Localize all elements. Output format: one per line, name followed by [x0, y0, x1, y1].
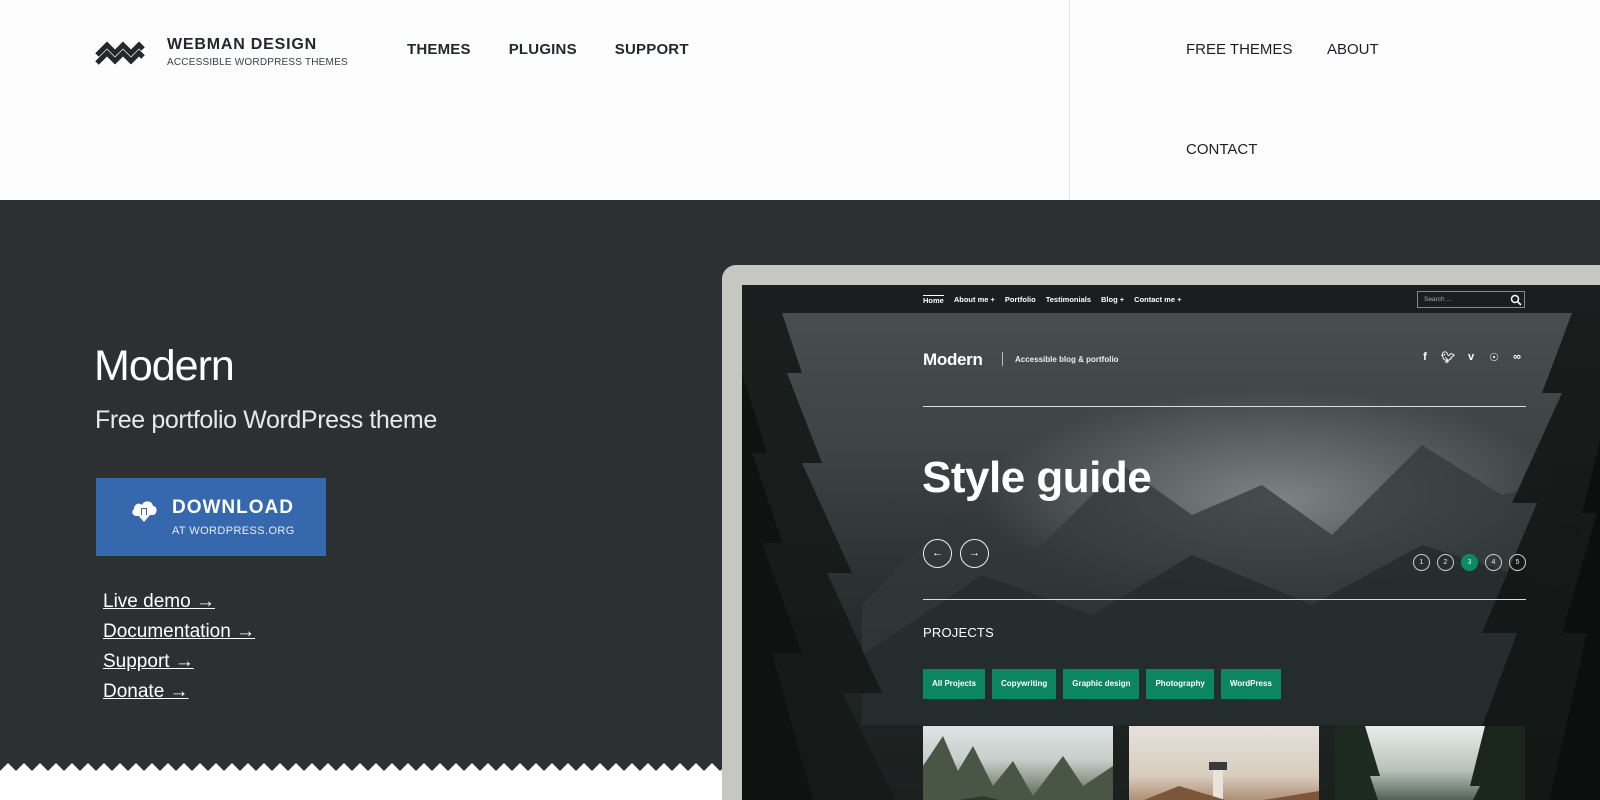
- slider-dot-3[interactable]: 3: [1461, 554, 1478, 571]
- link-icon[interactable]: ∞: [1510, 351, 1524, 364]
- slider-dot-4[interactable]: 4: [1485, 554, 1502, 571]
- filter-wordpress[interactable]: WordPress: [1220, 669, 1281, 699]
- project-filters: All Projects Copywriting Graphic design …: [923, 669, 1281, 699]
- mockup-nav-testimonials[interactable]: Testimonials: [1046, 295, 1091, 305]
- mockup-nav-about[interactable]: About me +: [954, 295, 995, 305]
- mockup-topbar: Home About me + Portfolio Testimonials B…: [742, 285, 1600, 313]
- mockup-slide-title: Style guide: [922, 453, 1152, 502]
- mockup-nav-contact[interactable]: Contact me +: [1134, 295, 1181, 305]
- project-thumbnail[interactable]: [1335, 726, 1525, 800]
- brand-tagline: ACCESSIBLE WORDPRESS THEMES: [167, 57, 348, 68]
- nav-themes[interactable]: THEMES: [407, 41, 471, 58]
- documentation-link[interactable]: Documentation →: [103, 621, 255, 644]
- mockup-rule-top: [923, 406, 1526, 407]
- filter-all-projects[interactable]: All Projects: [923, 669, 986, 699]
- project-thumbnail[interactable]: [1129, 726, 1319, 800]
- mockup-brand-separator: [1002, 352, 1003, 366]
- main-nav: THEMES PLUGINS SUPPORT: [407, 41, 689, 58]
- slider-dot-2[interactable]: 2: [1437, 554, 1454, 571]
- zigzag-divider: [0, 763, 724, 800]
- slider-pagination: 1 2 3 4 5: [1413, 554, 1526, 571]
- mockup-projects-heading: PROJECTS: [923, 625, 994, 640]
- brand-name[interactable]: WEBMAN DESIGN: [167, 36, 317, 54]
- project-thumbnail-image: [923, 736, 1113, 800]
- nav-plugins[interactable]: PLUGINS: [509, 41, 577, 58]
- hero-title: Modern: [94, 342, 235, 390]
- wordpress-icon[interactable]: ☉: [1487, 351, 1501, 364]
- project-thumbnail-image: [1144, 762, 1319, 800]
- support-link[interactable]: Support →: [103, 651, 255, 674]
- mockup-brand-tagline: Accessible blog & portfolio: [1015, 355, 1119, 364]
- filter-photography[interactable]: Photography: [1146, 669, 1214, 699]
- download-label: DOWNLOAD: [172, 497, 294, 518]
- twitter-icon[interactable]: 🐦︎: [1441, 351, 1455, 364]
- webman-logo-icon[interactable]: [95, 36, 145, 66]
- facebook-icon[interactable]: f: [1418, 351, 1432, 364]
- nav-free-themes[interactable]: FREE THEMES: [1186, 41, 1292, 58]
- nav-support[interactable]: SUPPORT: [615, 41, 689, 58]
- slider-dot-5[interactable]: 5: [1509, 554, 1526, 571]
- search-icon[interactable]: [1510, 294, 1522, 306]
- mockup-search-placeholder: Search ...: [1424, 296, 1452, 303]
- nav-contact[interactable]: CONTACT: [1186, 141, 1257, 158]
- hero-links: Live demo → Documentation → Support → Do…: [103, 591, 255, 711]
- project-thumbnail-image: [1335, 726, 1525, 800]
- mockup-brand[interactable]: Modern: [923, 350, 983, 370]
- theme-preview-screen: Home About me + Portfolio Testimonials B…: [742, 285, 1600, 800]
- mockup-social-links: f 🐦︎ v ☉ ∞: [1418, 351, 1524, 364]
- filter-copywriting[interactable]: Copywriting: [992, 669, 1057, 699]
- project-thumbnail[interactable]: [923, 726, 1113, 800]
- hero-subtitle: Free portfolio WordPress theme: [95, 406, 437, 434]
- hero-section: Modern Free portfolio WordPress theme DO…: [0, 200, 1600, 800]
- donate-link[interactable]: Donate →: [103, 681, 255, 704]
- nav-about[interactable]: ABOUT: [1327, 41, 1379, 58]
- mockup-nav-blog[interactable]: Blog +: [1101, 295, 1124, 305]
- header-divider: [1069, 0, 1070, 200]
- slider-dot-1[interactable]: 1: [1413, 554, 1430, 571]
- mockup-nav: Home About me + Portfolio Testimonials B…: [923, 295, 1181, 305]
- mockup-nav-portfolio[interactable]: Portfolio: [1005, 295, 1036, 305]
- mockup-nav-home[interactable]: Home: [923, 295, 944, 305]
- laptop-mockup: Home About me + Portfolio Testimonials B…: [722, 265, 1600, 800]
- filter-graphic-design[interactable]: Graphic design: [1063, 669, 1140, 699]
- forest-left: [742, 313, 896, 800]
- vimeo-icon[interactable]: v: [1464, 351, 1478, 364]
- mockup-search-input[interactable]: Search ...: [1417, 291, 1525, 308]
- download-sublabel: AT WORDPRESS.ORG: [172, 525, 295, 537]
- live-demo-link[interactable]: Live demo →: [103, 591, 255, 614]
- site-header: WEBMAN DESIGN ACCESSIBLE WORDPRESS THEME…: [0, 0, 1600, 200]
- mockup-rule-bottom: [923, 599, 1526, 600]
- next-slide-button[interactable]: →: [960, 539, 989, 568]
- cloud-download-icon: [132, 501, 157, 522]
- download-button[interactable]: DOWNLOAD AT WORDPRESS.ORG: [96, 478, 326, 556]
- prev-slide-button[interactable]: ←: [923, 539, 952, 568]
